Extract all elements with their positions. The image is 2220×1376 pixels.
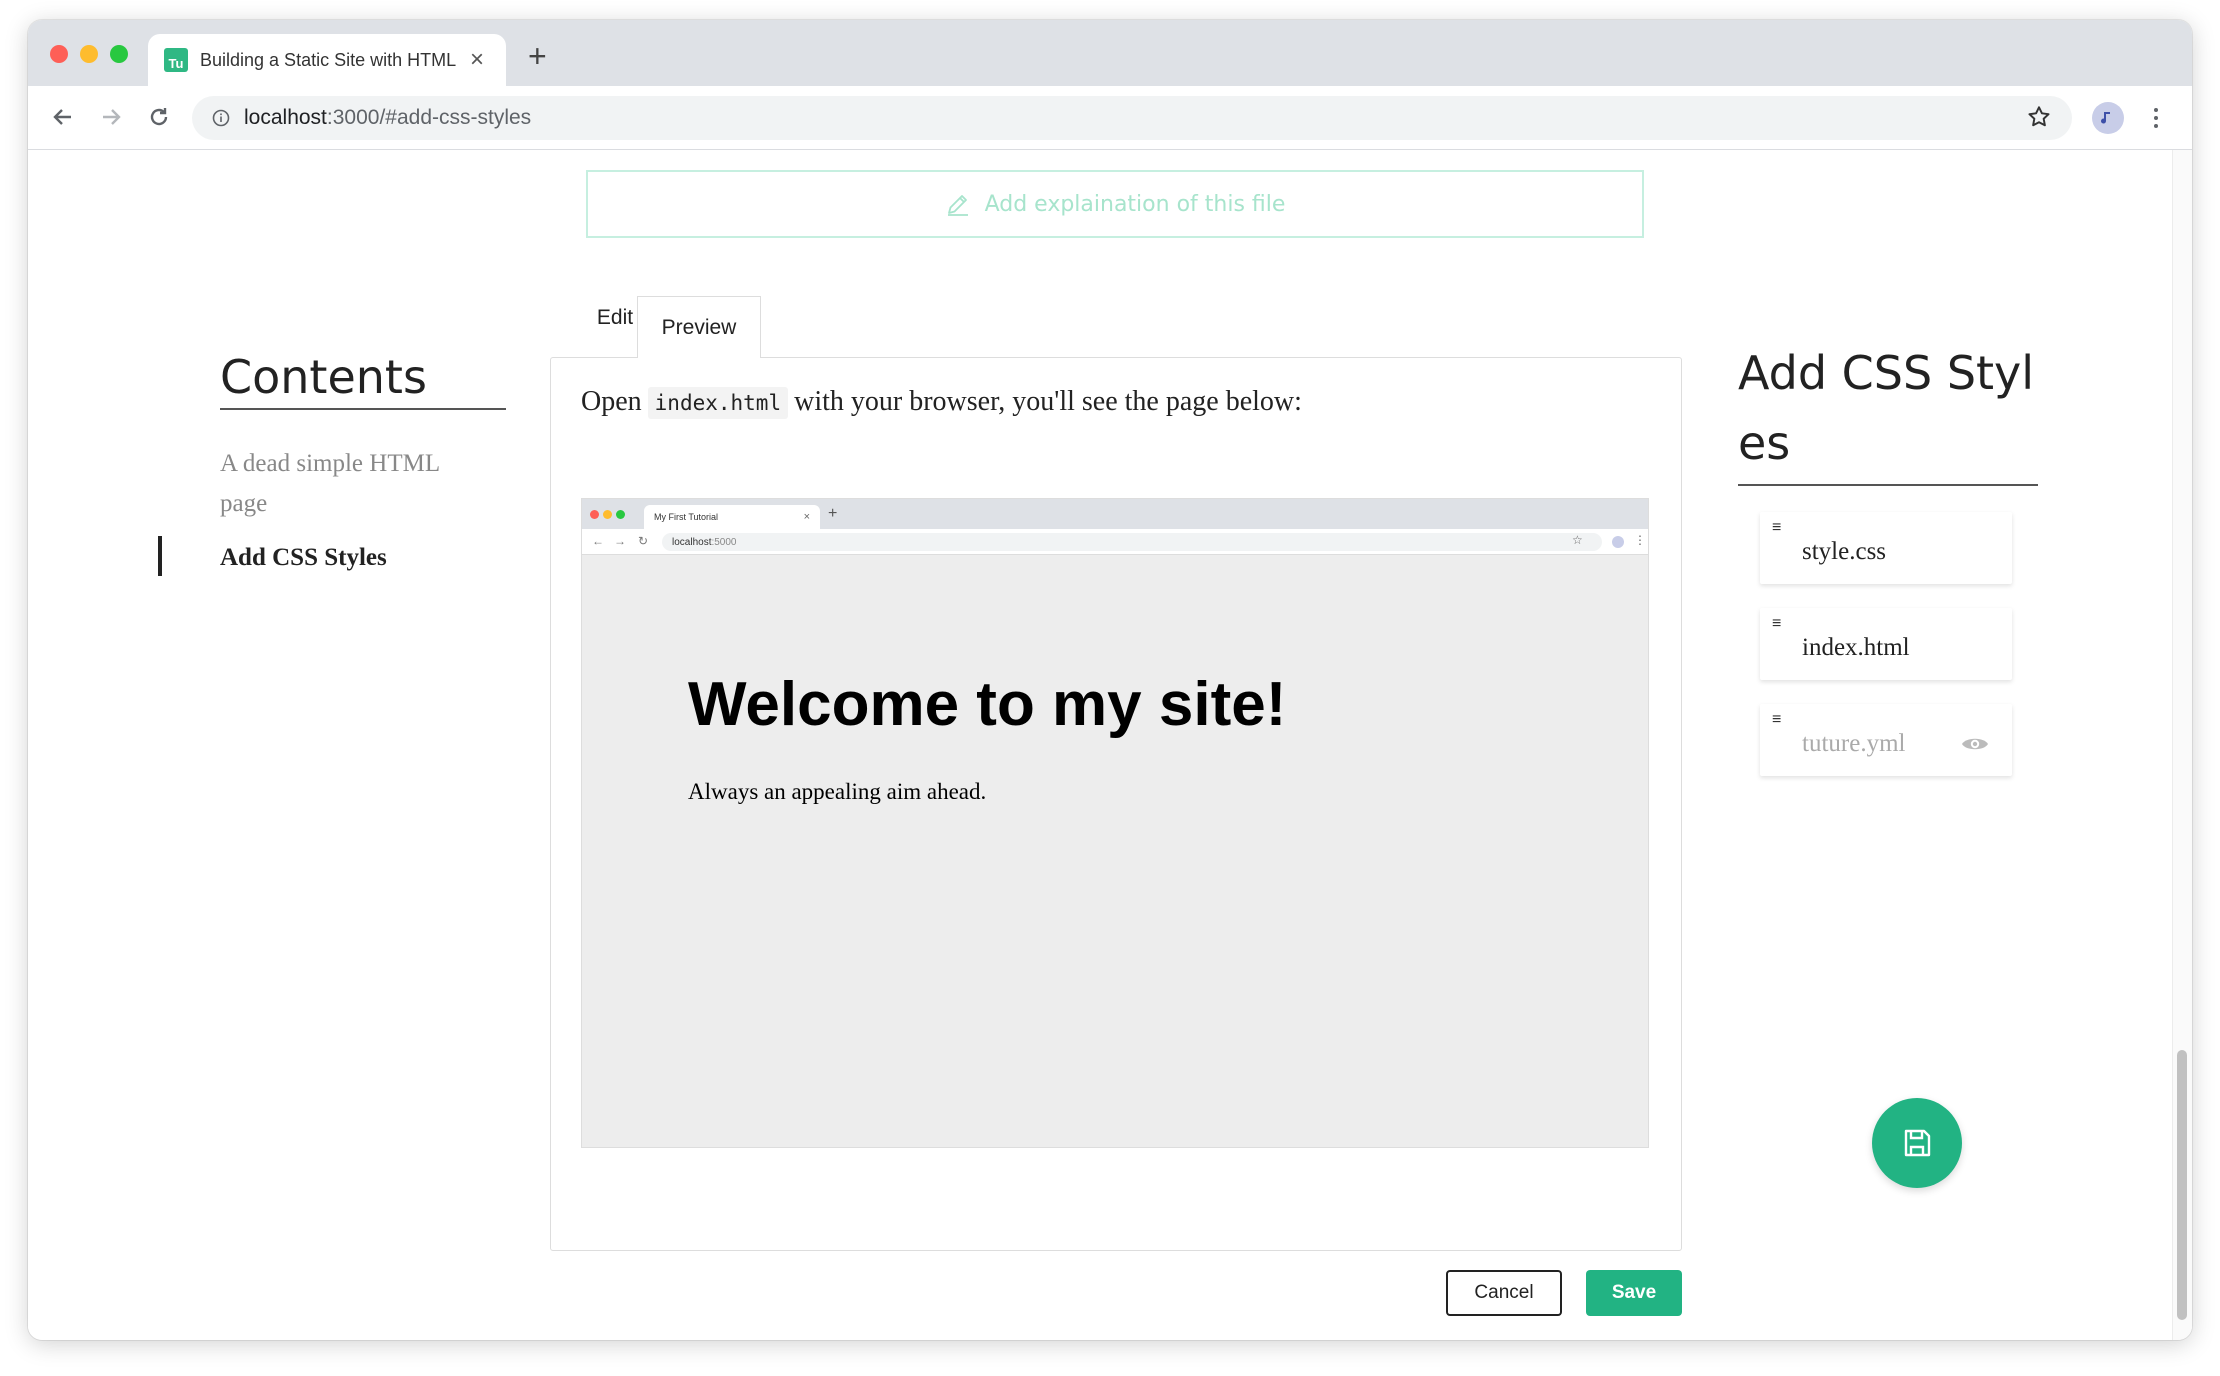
bookmark-button[interactable] <box>2026 104 2052 135</box>
url-text: localhost:3000/#add-css-styles <box>244 106 532 129</box>
file-card-index-html[interactable]: ≡ index.html <box>1760 608 2012 680</box>
floppy-disk-icon <box>1904 1129 1931 1157</box>
zoom-window-button[interactable] <box>110 45 128 63</box>
screenshot-paragraph: Always an appealing aim ahead. <box>688 779 987 804</box>
file-name: index.html <box>1802 634 1910 661</box>
file-card-style-css[interactable]: ≡ style.css <box>1760 512 2012 584</box>
screenshot-tab-title: My First Tutorial <box>654 512 719 522</box>
reload-button[interactable] <box>142 100 176 134</box>
more-vertical-icon[interactable] <box>2146 102 2166 134</box>
toc-item-dead-simple-html[interactable]: A dead simple HTML page <box>220 444 480 524</box>
save-fab-button[interactable] <box>1872 1098 1962 1188</box>
step-title: Add CSS Styles <box>1738 338 2038 486</box>
back-button[interactable] <box>46 100 80 134</box>
tab-strip: Tu Building a Static Site with HTML × + <box>28 20 2192 86</box>
toc-active-marker <box>158 536 162 576</box>
arrow-left-icon <box>53 109 71 125</box>
screenshot-tab: My First Tutorial × <box>644 505 820 529</box>
scrollbar-thumb[interactable] <box>2177 1050 2187 1320</box>
screenshot-heading: Welcome to my site! <box>688 670 1287 739</box>
screenshot-star-icon: ☆ <box>1572 533 1583 547</box>
avatar-icon[interactable] <box>2092 102 2124 134</box>
toc-item-add-css-styles[interactable]: Add CSS Styles <box>220 538 480 578</box>
inline-code: index.html <box>647 387 789 419</box>
close-window-button[interactable] <box>50 45 68 63</box>
arrow-right-icon <box>103 109 121 125</box>
preview-intro-text: Open index.html with your browser, you'll … <box>581 386 1302 419</box>
pencil-icon <box>947 195 968 216</box>
page-content: Add explaination of this file Contents A… <box>28 150 2192 1340</box>
file-name: style.css <box>1802 538 1887 565</box>
save-button[interactable]: Save <box>1586 1270 1682 1316</box>
close-tab-icon[interactable]: × <box>470 48 484 72</box>
screenshot-address-bar: localhost:5000 <box>662 533 1602 551</box>
drag-handle-icon[interactable]: ≡ <box>1772 712 1781 728</box>
tab-title: Building a Static Site with HTML <box>200 49 457 70</box>
favicon-icon: Tu <box>164 48 188 72</box>
screenshot-close-icon: × <box>803 511 810 523</box>
file-card-tuture-yml[interactable]: ≡ tuture.yml <box>1760 704 2012 776</box>
screenshot-forward-icon: → <box>614 534 626 548</box>
screenshot-plus-icon: + <box>828 505 838 522</box>
browser-tab[interactable]: Tu Building a Static Site with HTML × <box>148 34 506 86</box>
info-icon <box>212 109 230 127</box>
drag-handle-icon[interactable]: ≡ <box>1772 520 1781 536</box>
screenshot-reload-icon: ↻ <box>638 534 649 548</box>
tab-preview[interactable]: Preview <box>637 296 761 358</box>
minimize-window-button[interactable] <box>80 45 98 63</box>
file-name: tuture.yml <box>1802 730 1906 757</box>
screenshot-avatar-icon <box>1612 536 1624 548</box>
scrollbar[interactable] <box>2172 150 2192 1340</box>
screenshot-toolbar: ← → ↻ localhost:5000 ☆ ⋮ <box>582 529 1648 555</box>
reload-icon <box>150 108 168 126</box>
browser-window: Tu Building a Static Site with HTML × + … <box>28 20 2192 1340</box>
screenshot-menu-icon: ⋮ <box>1634 533 1646 547</box>
explain-placeholder-box[interactable]: Add explaination of this file <box>586 170 1644 238</box>
explain-placeholder-text: Add explaination of this file <box>984 191 1286 217</box>
drag-handle-icon[interactable]: ≡ <box>1772 616 1781 632</box>
star-icon <box>2028 106 2050 127</box>
new-tab-button[interactable]: + <box>528 40 547 72</box>
browser-screenshot-image: My First Tutorial × + ← → ↻ localhost:50… <box>581 498 1649 1148</box>
eye-icon[interactable] <box>1960 734 1990 759</box>
screenshot-back-icon: ← <box>592 534 604 548</box>
address-bar[interactable]: localhost:3000/#add-css-styles <box>192 96 2072 140</box>
toc-title: Contents <box>220 350 506 410</box>
cancel-button[interactable]: Cancel <box>1446 1270 1562 1316</box>
preview-panel: Open index.html with your browser, you'll … <box>550 357 1682 1251</box>
forward-button[interactable] <box>94 100 128 134</box>
screenshot-tab-strip: My First Tutorial × + <box>582 499 1648 529</box>
browser-toolbar: localhost:3000/#add-css-styles <box>28 86 2192 150</box>
